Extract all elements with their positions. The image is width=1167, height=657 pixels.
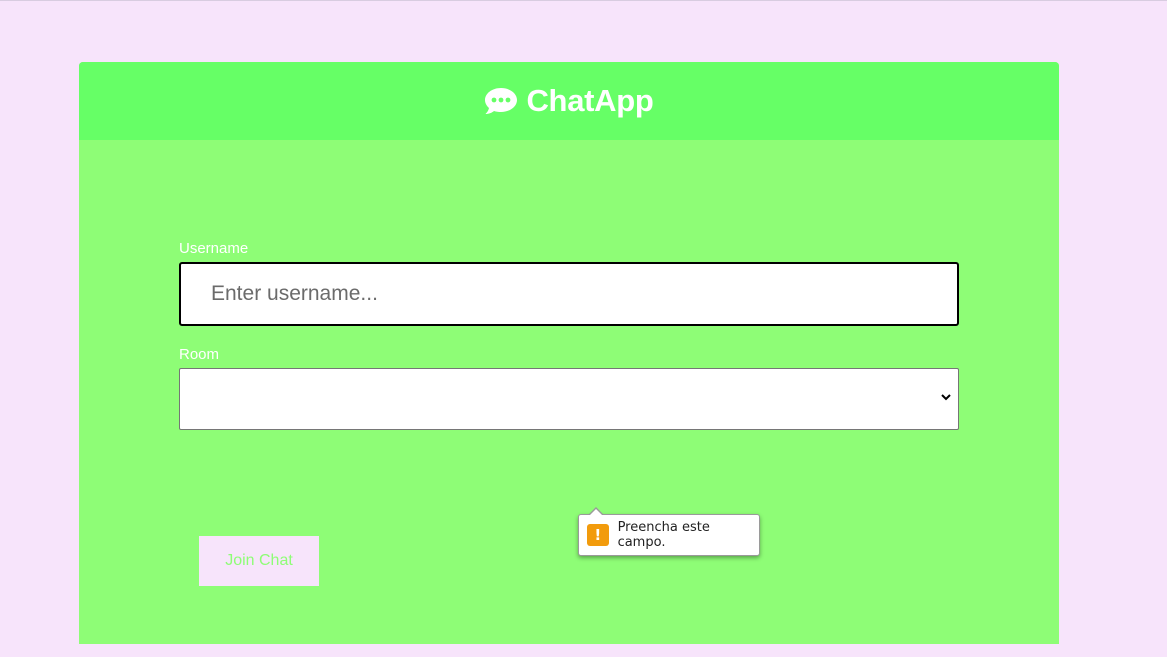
room-select[interactable]	[179, 368, 959, 430]
validation-message: Preencha este campo.	[617, 520, 710, 550]
join-card: ChatApp Username Room Join Chat ! Preenc…	[79, 62, 1059, 644]
username-group: Username	[179, 240, 959, 326]
top-border	[0, 0, 1167, 1]
room-label: Room	[179, 346, 220, 363]
chevron-down-icon	[941, 394, 951, 401]
comment-dots-icon	[485, 88, 518, 114]
card-header: ChatApp	[79, 62, 1059, 140]
username-label: Username	[179, 240, 249, 257]
warning-icon: !	[587, 524, 609, 546]
app-title: ChatApp	[526, 83, 654, 118]
join-chat-button[interactable]: Join Chat	[199, 536, 319, 586]
validation-tooltip: ! Preencha este campo.	[578, 507, 760, 556]
username-input[interactable]	[179, 262, 959, 326]
app-logo: ChatApp	[484, 83, 654, 119]
join-form: Username Room Join Chat ! Preencha este …	[179, 240, 959, 586]
room-group: Room	[179, 346, 959, 430]
